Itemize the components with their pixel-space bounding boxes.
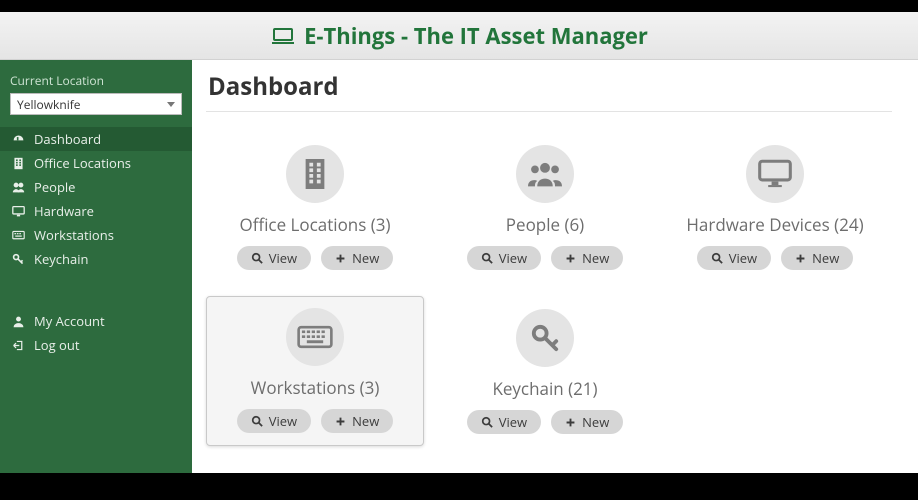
card-title: People (6) <box>506 213 584 236</box>
nav-label: Keychain <box>34 250 88 268</box>
view-label: View <box>729 249 757 267</box>
location-select[interactable]: Yellowknife <box>10 93 182 115</box>
nav-label: Dashboard <box>34 130 101 148</box>
laptop-icon <box>270 25 296 47</box>
plus-icon <box>335 253 346 264</box>
chevron-down-icon <box>167 102 175 107</box>
view-button[interactable]: View <box>237 246 311 270</box>
new-button[interactable]: New <box>551 246 623 270</box>
plus-icon <box>335 416 346 427</box>
sidebar: Current Location Yellowknife Dashboard Of… <box>0 60 192 473</box>
new-label: New <box>812 249 839 267</box>
monitor-icon <box>12 205 25 218</box>
user-icon <box>12 315 25 328</box>
people-icon <box>516 145 574 203</box>
new-button[interactable]: New <box>551 410 623 434</box>
nav-label: Log out <box>34 336 79 354</box>
view-label: View <box>269 412 297 430</box>
new-button[interactable]: New <box>321 246 393 270</box>
card-office-locations[interactable]: Office Locations (3) View New <box>206 132 424 282</box>
view-button[interactable]: View <box>467 246 541 270</box>
nav-people[interactable]: People <box>0 175 192 199</box>
key-icon <box>12 253 25 266</box>
keyboard-icon <box>12 229 25 242</box>
view-button[interactable]: View <box>467 410 541 434</box>
nav-office-locations[interactable]: Office Locations <box>0 151 192 175</box>
new-label: New <box>352 412 379 430</box>
key-icon <box>516 309 574 367</box>
location-value: Yellowknife <box>17 96 81 113</box>
dashboard-icon <box>12 133 25 146</box>
new-button[interactable]: New <box>321 409 393 433</box>
monitor-icon <box>746 145 804 203</box>
plus-icon <box>565 417 576 428</box>
new-label: New <box>582 413 609 431</box>
nav-label: Office Locations <box>34 154 131 172</box>
search-icon <box>251 415 263 427</box>
nav-label: People <box>34 178 75 196</box>
view-button[interactable]: View <box>697 246 771 270</box>
new-label: New <box>582 249 609 267</box>
card-title: Workstations (3) <box>251 376 380 399</box>
people-icon <box>12 181 25 194</box>
page-title: Dashboard <box>206 70 892 112</box>
search-icon <box>481 252 493 264</box>
card-title: Hardware Devices (24) <box>686 213 863 236</box>
card-keychain[interactable]: Keychain (21) View New <box>436 296 654 446</box>
search-icon <box>481 416 493 428</box>
card-people[interactable]: People (6) View New <box>436 132 654 282</box>
card-title: Office Locations (3) <box>239 213 390 236</box>
building-icon <box>12 157 25 170</box>
new-label: New <box>352 249 379 267</box>
logout-icon <box>12 339 25 352</box>
view-label: View <box>499 249 527 267</box>
view-label: View <box>269 249 297 267</box>
nav-label: Hardware <box>34 202 94 220</box>
plus-icon <box>565 253 576 264</box>
nav-label: My Account <box>34 312 105 330</box>
card-workstations[interactable]: Workstations (3) View New <box>206 296 424 446</box>
nav-log-out[interactable]: Log out <box>0 333 192 357</box>
card-title: Keychain (21) <box>492 377 597 400</box>
building-icon <box>286 145 344 203</box>
search-icon <box>251 252 263 264</box>
nav-my-account[interactable]: My Account <box>0 309 192 333</box>
card-hardware-devices[interactable]: Hardware Devices (24) View New <box>666 132 884 282</box>
nav-hardware[interactable]: Hardware <box>0 199 192 223</box>
view-button[interactable]: View <box>237 409 311 433</box>
nav-workstations[interactable]: Workstations <box>0 223 192 247</box>
nav-keychain[interactable]: Keychain <box>0 247 192 271</box>
keyboard-icon <box>286 308 344 366</box>
search-icon <box>711 252 723 264</box>
new-button[interactable]: New <box>781 246 853 270</box>
plus-icon <box>795 253 806 264</box>
nav-dashboard[interactable]: Dashboard <box>0 127 192 151</box>
app-title: E-Things - The IT Asset Manager <box>304 21 648 51</box>
view-label: View <box>499 413 527 431</box>
location-label: Current Location <box>10 72 182 89</box>
nav-label: Workstations <box>34 226 114 244</box>
app-header: E-Things - The IT Asset Manager <box>0 12 918 60</box>
